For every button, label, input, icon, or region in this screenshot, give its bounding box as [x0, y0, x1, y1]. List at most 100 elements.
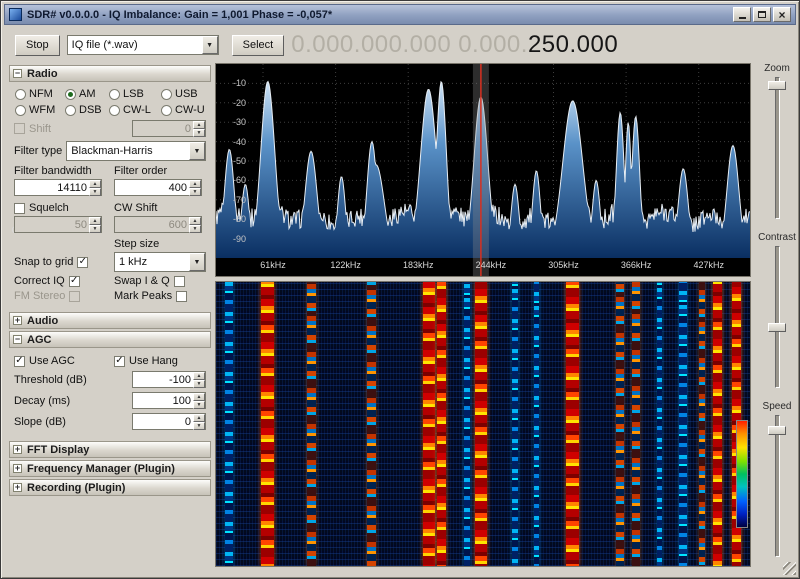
slider-thumb-zoom[interactable]	[768, 81, 786, 90]
agc-field-input[interactable]: 0	[132, 413, 206, 430]
spin-up-icon[interactable]	[193, 414, 205, 422]
mode-option-wfm[interactable]: WFM	[15, 104, 61, 116]
center-frequency-display[interactable]: 0.000.000.000	[291, 31, 451, 59]
panel-radio: Radio NFMAMLSBUSBWFMDSBCW-LCW-U Shift 0 …	[9, 65, 211, 310]
slider-track-contrast[interactable]	[768, 246, 786, 388]
swap-iq-checkbox[interactable]	[174, 276, 185, 287]
source-type-select[interactable]: IQ file (*.wav)	[67, 35, 219, 55]
agc-field-row: Slope (dB)0	[14, 413, 206, 430]
mode-label: CW-U	[175, 104, 205, 116]
expand-icon	[13, 483, 22, 492]
cw-shift-spinner[interactable]	[189, 217, 201, 232]
shift-spinner[interactable]	[193, 121, 205, 136]
waterfall-signal-band	[225, 282, 233, 566]
correct-iq-checkbox[interactable]	[69, 276, 80, 287]
shift-input[interactable]: 0	[132, 120, 206, 137]
waterfall-color-scale	[736, 420, 748, 528]
mode-option-nfm[interactable]: NFM	[15, 88, 61, 100]
mode-option-am[interactable]: AM	[65, 88, 105, 100]
waterfall-signal-band	[699, 282, 705, 566]
spin-down-icon[interactable]	[89, 225, 101, 233]
panel-header-radio[interactable]: Radio	[9, 65, 211, 82]
vfo-frequency-display[interactable]: 0.000.250.000	[458, 31, 618, 59]
panel-header-fft-display[interactable]: FFT Display	[9, 441, 211, 458]
slider-track-speed[interactable]	[768, 415, 786, 557]
spin-down-icon[interactable]	[89, 188, 101, 196]
step-size-select[interactable]: 1 kHz	[114, 252, 206, 272]
spin-down-icon[interactable]	[193, 401, 205, 409]
waterfall-signal-band	[632, 282, 640, 566]
panel-header-recording[interactable]: Recording (Plugin)	[9, 479, 211, 496]
panel-header-audio[interactable]: Audio	[9, 312, 211, 329]
titlebar[interactable]: SDR# v0.0.0.0 - IQ Imbalance: Gain = 1,0…	[4, 4, 796, 25]
slider-thumb-speed[interactable]	[768, 426, 786, 435]
app-icon	[9, 8, 22, 21]
spin-up-icon[interactable]	[193, 121, 205, 129]
filter-bandwidth-spinner[interactable]	[89, 180, 101, 195]
filter-bandwidth-input[interactable]: 14110	[14, 179, 102, 196]
waterfall-display[interactable]	[215, 281, 751, 567]
filter-order-input[interactable]: 400	[114, 179, 202, 196]
stop-button[interactable]: Stop	[15, 35, 60, 56]
slider-track-zoom[interactable]	[768, 77, 786, 219]
cw-shift-label: CW Shift	[114, 202, 206, 214]
vfo-dim-digits: 0.000.	[458, 31, 528, 58]
filter-type-label: Filter type	[14, 145, 62, 157]
agc-field-input[interactable]: -100	[132, 371, 206, 388]
panel-header-frequency-manager[interactable]: Frequency Manager (Plugin)	[9, 460, 211, 477]
fm-stereo-checkbox[interactable]	[69, 291, 80, 302]
agc-field-spinner[interactable]	[193, 372, 205, 387]
squelch-input[interactable]: 50	[14, 216, 102, 233]
filter-order-label: Filter order	[114, 165, 206, 177]
mode-option-lsb[interactable]: LSB	[109, 88, 157, 100]
mark-peaks-checkbox[interactable]	[176, 291, 187, 302]
agc-field-input[interactable]: 100	[132, 392, 206, 409]
mode-option-cw-l[interactable]: CW-L	[109, 104, 157, 116]
spin-up-icon[interactable]	[189, 180, 201, 188]
spin-up-icon[interactable]	[189, 217, 201, 225]
minimize-icon	[739, 17, 746, 19]
mode-option-dsb[interactable]: DSB	[65, 104, 105, 116]
use-hang-checkbox[interactable]	[114, 356, 125, 367]
squelch-checkbox[interactable]	[14, 203, 25, 214]
window-title: SDR# v0.0.0.0 - IQ Imbalance: Gain = 1,0…	[27, 9, 728, 21]
spin-up-icon[interactable]	[193, 372, 205, 380]
cw-shift-input[interactable]: 600	[114, 216, 202, 233]
spin-up-icon[interactable]	[89, 180, 101, 188]
resize-grip[interactable]	[783, 562, 796, 575]
dropdown-arrow-icon[interactable]	[189, 253, 205, 271]
mark-peaks-label: Mark Peaks	[114, 290, 172, 302]
panel-header-agc[interactable]: AGC	[9, 331, 211, 348]
radio-button-icon	[109, 89, 120, 100]
agc-field-spinner[interactable]	[193, 414, 205, 429]
slider-thumb-contrast[interactable]	[768, 323, 786, 332]
spin-up-icon[interactable]	[89, 217, 101, 225]
collapse-icon	[13, 335, 22, 344]
shift-checkbox[interactable]	[14, 123, 25, 134]
spin-down-icon[interactable]	[193, 129, 205, 137]
select-file-button[interactable]: Select	[232, 35, 285, 56]
slider-contrast: Contrast	[755, 232, 799, 388]
mode-option-cw-u[interactable]: CW-U	[161, 104, 209, 116]
filter-order-spinner[interactable]	[189, 180, 201, 195]
spin-down-icon[interactable]	[193, 422, 205, 430]
use-agc-checkbox[interactable]	[14, 356, 25, 367]
minimize-button[interactable]	[733, 7, 751, 22]
spectrum-display[interactable]: -10-20-30-40-50-60-70-80-90 61kHz122kHz1…	[215, 63, 751, 277]
mode-option-usb[interactable]: USB	[161, 88, 209, 100]
maximize-button[interactable]	[753, 7, 771, 22]
agc-field-spinner[interactable]	[193, 393, 205, 408]
spin-up-icon[interactable]	[193, 393, 205, 401]
snap-to-grid-checkbox[interactable]	[77, 257, 88, 268]
filter-type-select[interactable]: Blackman-Harris	[66, 141, 206, 161]
squelch-label: Squelch	[29, 202, 69, 214]
dropdown-arrow-icon[interactable]	[202, 36, 218, 54]
close-button[interactable]	[773, 7, 791, 22]
squelch-spinner[interactable]	[89, 217, 101, 232]
spin-down-icon[interactable]	[193, 380, 205, 388]
agc-field-label: Threshold (dB)	[14, 374, 87, 386]
dropdown-arrow-icon[interactable]	[189, 142, 205, 160]
spin-down-icon[interactable]	[189, 225, 201, 233]
spin-down-icon[interactable]	[189, 188, 201, 196]
snap-to-grid-label: Snap to grid	[14, 256, 73, 268]
